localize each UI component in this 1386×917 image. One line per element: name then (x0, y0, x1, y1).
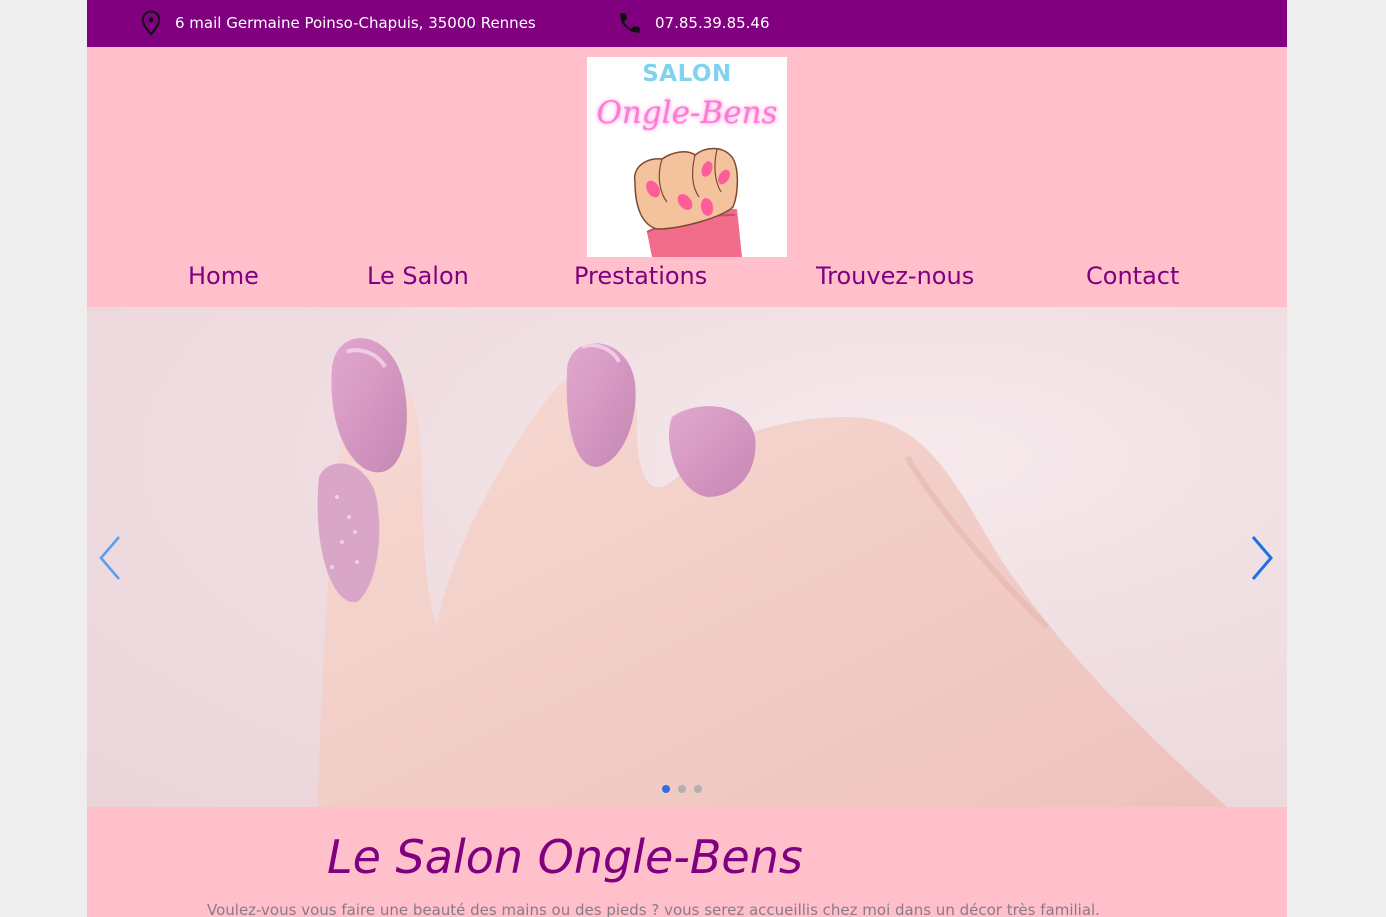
slider-dot-1[interactable] (662, 785, 670, 793)
phone-icon (617, 10, 643, 36)
logo-subtitle: Ongle-Bens (596, 95, 778, 131)
site-wrapper: 6 mail Germaine Poinso-Chapuis, 35000 Re… (87, 0, 1287, 917)
main-navigation: Home Le Salon Prestations Trouvez-nous C… (87, 262, 1287, 298)
slider-dot-3[interactable] (694, 785, 702, 793)
chevron-left-icon (99, 536, 120, 580)
nav-item-trouvez-nous[interactable]: Trouvez-nous (816, 262, 974, 290)
slider-dot-2[interactable] (678, 785, 686, 793)
nav-item-contact[interactable]: Contact (1086, 262, 1179, 290)
nav-item-home[interactable]: Home (188, 262, 259, 290)
intro-heading: Le Salon Ongle-Bens (327, 830, 803, 884)
address-block: 6 mail Germaine Poinso-Chapuis, 35000 Re… (139, 0, 536, 45)
map-pin-icon (139, 9, 163, 36)
chevron-right-icon (1251, 536, 1273, 580)
slider-next-button[interactable] (1247, 533, 1277, 583)
slider-prev-button[interactable] (95, 533, 125, 583)
hero-slider[interactable] (87, 307, 1287, 807)
nav-item-le-salon[interactable]: Le Salon (367, 262, 469, 290)
phone-text[interactable]: 07.85.39.85.46 (655, 14, 770, 32)
intro-paragraph: Voulez-vous vous faire une beauté des ma… (207, 901, 1100, 917)
address-text: 6 mail Germaine Poinso-Chapuis, 35000 Re… (175, 13, 536, 32)
slide-image-manicured-hand (317, 338, 1227, 807)
top-info-bar: 6 mail Germaine Poinso-Chapuis, 35000 Re… (87, 0, 1287, 47)
nav-item-prestations[interactable]: Prestations (574, 262, 707, 290)
slider-pagination (662, 785, 702, 793)
phone-block[interactable]: 07.85.39.85.46 (617, 0, 770, 45)
logo-illustration (633, 147, 742, 257)
logo-title: SALON (642, 61, 732, 87)
salon-logo[interactable]: SALON Ongle-Bens (587, 57, 787, 257)
